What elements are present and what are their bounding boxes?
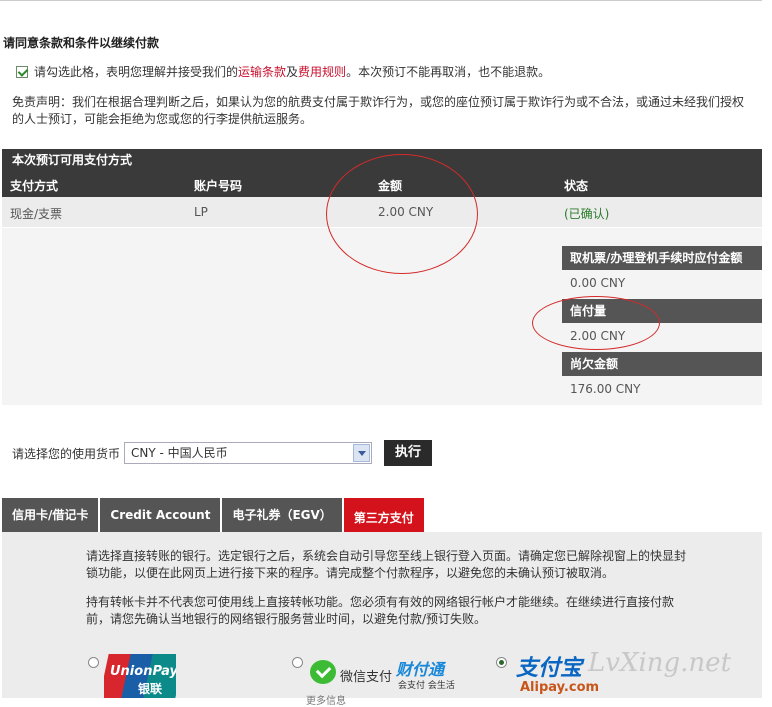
unionpay-text: UnionPay — [110, 664, 176, 679]
unionpay-logo[interactable]: UnionPay 银联 — [104, 654, 176, 698]
currency-label: 请选择您的使用货币 — [12, 446, 121, 461]
payment-methods-title: 本次预订可用支付方式 — [2, 149, 762, 171]
chevron-down-icon[interactable] — [353, 444, 371, 462]
terms-agree-row: 请勾选此格，表明您理解并接受我们的 运输条款及费用规则 。本次预订不能再取消，也不能… — [16, 63, 550, 80]
wechat-more-link[interactable]: 更多信息 — [306, 692, 346, 707]
tenpay-logo: 财付通 — [396, 660, 445, 679]
currency-selected-value: CNY - 中国人民币 — [131, 446, 228, 460]
transport-terms-link[interactable]: 运输条款 — [238, 63, 286, 80]
execute-button[interactable]: 执行 — [384, 440, 433, 466]
credit-value: 2.00 CNY — [570, 329, 626, 343]
due-label: 取机票/办理登机手续时应付金额 — [562, 246, 762, 270]
credit-label: 信付量 — [562, 299, 762, 323]
currency-row: 请选择您的使用货币 CNY - 中国人民币 执行 — [12, 440, 433, 466]
row-status: (已确认) — [564, 207, 610, 221]
wechat-radio[interactable] — [292, 657, 303, 668]
watermark: LvXing.net — [588, 648, 732, 678]
row-method: 现金/支票 — [10, 207, 63, 221]
alipay-sub: Alipay.com — [520, 680, 600, 695]
terms-and: 及 — [286, 65, 299, 79]
col-status: 状态 — [564, 179, 589, 193]
col-account: 账户号码 — [194, 179, 243, 193]
alipay-radio[interactable] — [496, 657, 507, 668]
col-method: 支付方式 — [10, 179, 59, 193]
payment-methods-panel: 本次预订可用支付方式 支付方式 账户号码 金额 状态 现金/支票 LP 2.00… — [2, 149, 762, 405]
summary-credit: 信付量 2.00 CNY — [562, 299, 762, 350]
row-account: LP — [194, 205, 208, 219]
terms-checkbox[interactable] — [16, 65, 28, 78]
terms-text-1: 请勾选此格，表明您理解并接受我们的 — [34, 65, 239, 79]
row-amount: 2.00 CNY — [378, 205, 434, 219]
table-row: 现金/支票 LP 2.00 CNY (已确认) — [2, 197, 762, 228]
panel-para-1: 请选择直接转账的银行。选定银行之后，系统会自动引导您至线上银行登入页面。请确定您… — [86, 549, 687, 580]
tab-credit-account[interactable]: Credit Account — [100, 498, 221, 532]
tenpay-sub: 会支付 会生活 — [398, 681, 455, 691]
terms-title: 请同意条款和条件以继续付款 — [3, 36, 160, 50]
unionpay-cn: 银联 — [138, 682, 163, 696]
panel-para-2: 持有转帐卡并不代表您可使用线上直接转帐功能。您必须有有效的网络银行帐户才能继续。… — [86, 595, 675, 626]
owed-label: 尚欠金额 — [562, 352, 762, 376]
tab-third-party[interactable]: 第三方支付 — [343, 498, 424, 532]
owed-value: 176.00 CNY — [570, 382, 641, 396]
currency-select[interactable]: CNY - 中国人民币 — [124, 442, 373, 464]
summary-due: 取机票/办理登机手续时应付金额 0.00 CNY — [562, 246, 762, 297]
summary-owed: 尚欠金额 176.00 CNY — [562, 352, 762, 403]
fee-rules-link[interactable]: 费用规则 — [298, 63, 346, 80]
wechat-icon — [310, 660, 336, 684]
tab-egv[interactable]: 电子礼券（EGV） — [222, 498, 342, 532]
payment-table-header: 支付方式 账户号码 金额 状态 — [2, 171, 762, 197]
top-divider — [0, 0, 762, 3]
disclaimer-text: 免责声明：我们在根据合理判断之后，如果认为您的航费支付属于欺诈行为，或您的座位预… — [12, 95, 745, 126]
wechat-label: 微信支付 — [340, 670, 393, 685]
col-amount: 金额 — [378, 179, 403, 193]
payment-tabs: 信用卡/借记卡 Credit Account 电子礼券（EGV） 第三方支付 — [2, 498, 426, 532]
unionpay-radio[interactable] — [88, 657, 99, 668]
alipay-logo[interactable]: 支付宝 — [516, 650, 582, 682]
terms-text-2: 。本次预订不能再取消，也不能退款。 — [346, 65, 551, 79]
tab-credit-card[interactable]: 信用卡/借记卡 — [2, 498, 99, 532]
due-value: 0.00 CNY — [570, 276, 626, 290]
